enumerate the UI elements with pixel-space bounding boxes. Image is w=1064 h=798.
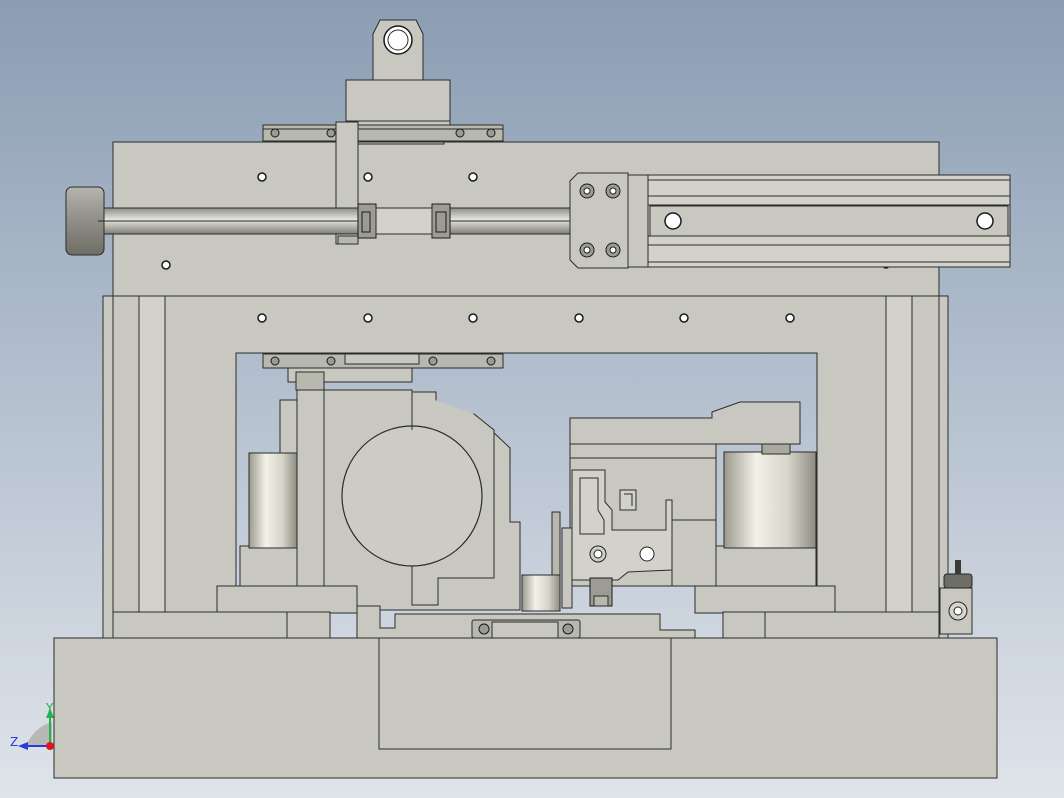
rod-nuts: [357, 203, 451, 239]
sensor-bracket: [471, 619, 581, 639]
y-axis-label: Y: [45, 701, 54, 715]
x-axis-dot: [46, 742, 54, 750]
base-plate: [53, 637, 998, 779]
z-axis-label: Z: [10, 735, 18, 749]
center-small-cylinder: [521, 574, 561, 612]
assembly-front-view: Y Z: [0, 0, 1064, 798]
cad-viewport[interactable]: Y Z: [0, 0, 1064, 798]
left-round-cylinder: [239, 452, 298, 587]
lower-linear-rail: [262, 353, 504, 369]
pneumatic-cylinder: [569, 172, 1011, 269]
top-linear-rail: [262, 124, 504, 142]
right-round-cylinder: [715, 443, 817, 587]
